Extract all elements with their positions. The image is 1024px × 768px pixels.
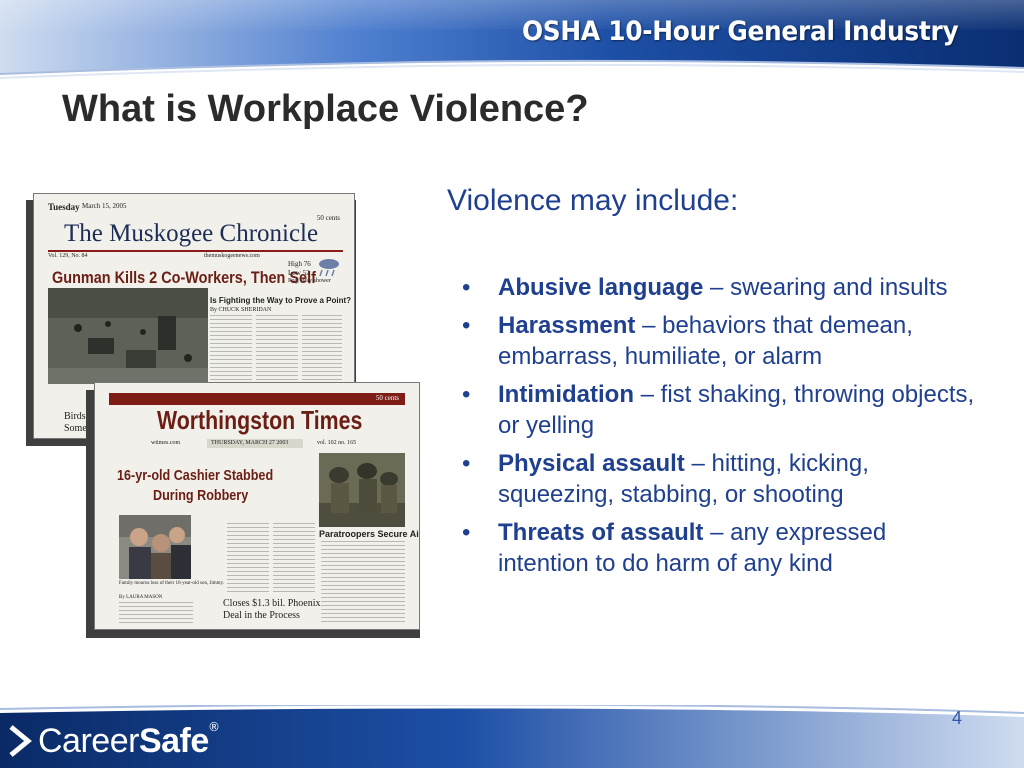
- np2-date: THURSDAY, MARCH 27 2003: [211, 440, 289, 446]
- np1-column: [210, 315, 252, 381]
- mourning-family-photo: [119, 515, 191, 579]
- bullet-icon: •: [462, 450, 471, 477]
- np1-column: [256, 315, 298, 381]
- np2-column: [119, 602, 193, 624]
- np2-photo-caption: Paratroopers Secure Airfield: [319, 529, 419, 539]
- soldiers-photo: [319, 453, 405, 527]
- np2-headline-line1: 16-yr-old Cashier Stabbed: [117, 467, 274, 484]
- np2-teaser-line2: Deal in the Process: [223, 610, 300, 621]
- np2-top-bar: [109, 393, 405, 405]
- bullet-icon: •: [462, 312, 471, 339]
- np2-column: [321, 541, 405, 623]
- bullet-term: Threats of assault: [498, 519, 704, 546]
- np2-website: wtimes.com: [151, 440, 181, 446]
- page-number: 4: [951, 708, 962, 728]
- np2-volume: vol. 102 no. 165: [317, 440, 357, 446]
- np1-subhead: Is Fighting the Way to Prove a Point?: [210, 296, 352, 305]
- np2-price: 50 cents: [375, 394, 399, 402]
- np2-column: [227, 523, 269, 595]
- np1-headline: Gunman Kills 2 Co-Workers, Then Self: [52, 268, 316, 287]
- logo-safe: Safe: [138, 722, 209, 760]
- np2-byline: By LAURA MASON: [119, 595, 163, 600]
- np2-teaser-line1: Closes $1.3 bil. Phoenix: [223, 598, 321, 609]
- registered-mark: ®: [208, 720, 220, 734]
- bullet-icon: •: [462, 274, 471, 301]
- careersafe-chevron-icon: [9, 725, 32, 757]
- np1-masthead: The Muskogee Chronicle: [64, 220, 319, 247]
- np1-price: 50 cents: [316, 214, 340, 222]
- bullet-term: Intimidation: [498, 381, 634, 408]
- list-item: • Physical assault – hitting, kicking, sq…: [462, 448, 982, 510]
- bullet-desc: – swearing and insults: [703, 274, 948, 301]
- np2-column: [273, 523, 315, 595]
- np2-masthead: Worthingston Times: [157, 405, 363, 435]
- np1-rule: [48, 250, 343, 252]
- list-item: • Threats of assault – any expressed inte…: [462, 517, 982, 579]
- bullet-term: Abusive language: [498, 274, 704, 301]
- list-item: • Intimidation – fist shaking, throwing o…: [462, 379, 982, 441]
- course-title: OSHA 10-Hour General Industry: [521, 16, 959, 47]
- np1-byline: By CHUCK SHERIDAN: [210, 307, 272, 313]
- np1-weather-desc: Fog, stray shower: [288, 278, 331, 284]
- bullet-term: Physical assault: [498, 450, 685, 477]
- list-item: • Abusive language – swearing and insults: [462, 272, 982, 303]
- slide-title: What is Workplace Violence?: [62, 88, 589, 130]
- np1-date: March 15, 2005: [82, 202, 127, 210]
- bullet-icon: •: [462, 519, 471, 546]
- np2-caption-small: Family mourns loss of their 16-year-old …: [119, 581, 224, 586]
- np1-column: [302, 315, 342, 381]
- np1-weather-high: High 76: [288, 260, 311, 268]
- crime-scene-photo: [48, 288, 208, 384]
- np1-day: Tuesday: [48, 202, 80, 212]
- np1-volume: Vol. 129, No. 84: [48, 253, 88, 259]
- list-item: • Harassment – behaviors that demean, emb…: [462, 310, 982, 372]
- rain-cloud-icon: [319, 259, 339, 277]
- careersafe-logo: CareerSafe: [38, 722, 209, 761]
- intro-text: Violence may include:: [447, 184, 739, 217]
- np1-weather-low: Low 52: [288, 269, 310, 277]
- newspaper-worthingston-times: 50 cents Worthingston Times wtimes.com T…: [94, 382, 420, 630]
- violence-types-list: • Abusive language – swearing and insults…: [462, 272, 982, 586]
- logo-career: Career: [38, 722, 139, 760]
- np2-headline-line2: During Robbery: [153, 487, 249, 504]
- bullet-icon: •: [462, 381, 471, 408]
- bullet-term: Harassment: [498, 312, 636, 339]
- np1-website: themuskogeenews.com: [204, 253, 260, 259]
